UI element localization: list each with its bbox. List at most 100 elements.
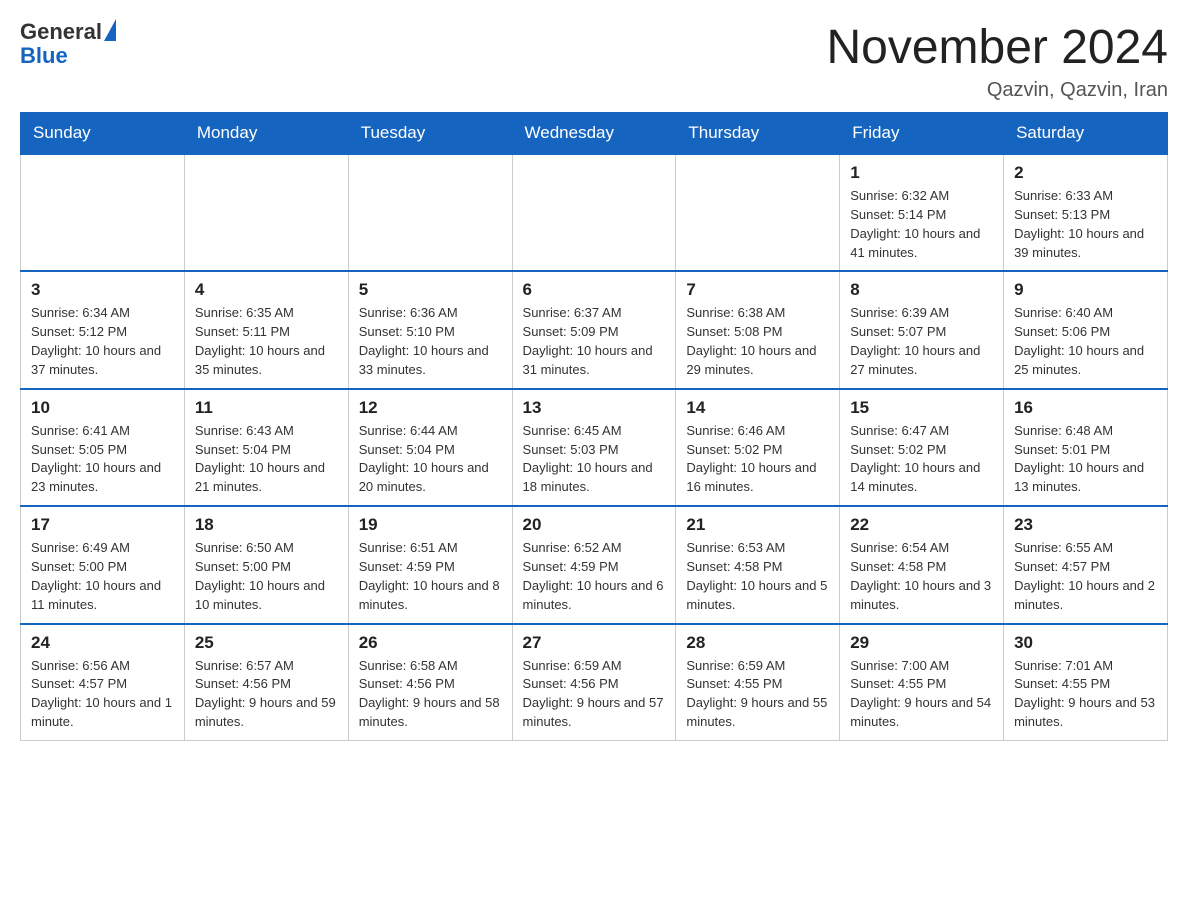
day-header-saturday: Saturday bbox=[1004, 113, 1168, 155]
day-info: Sunrise: 6:32 AMSunset: 5:14 PMDaylight:… bbox=[850, 187, 993, 262]
calendar-cell bbox=[21, 154, 185, 271]
day-info: Sunrise: 6:57 AMSunset: 4:56 PMDaylight:… bbox=[195, 657, 338, 732]
calendar-cell: 6Sunrise: 6:37 AMSunset: 5:09 PMDaylight… bbox=[512, 271, 676, 388]
calendar-cell bbox=[348, 154, 512, 271]
day-info: Sunrise: 6:52 AMSunset: 4:59 PMDaylight:… bbox=[523, 539, 666, 614]
day-number: 30 bbox=[1014, 633, 1157, 653]
day-number: 6 bbox=[523, 280, 666, 300]
day-info: Sunrise: 6:59 AMSunset: 4:55 PMDaylight:… bbox=[686, 657, 829, 732]
calendar-cell: 13Sunrise: 6:45 AMSunset: 5:03 PMDayligh… bbox=[512, 389, 676, 506]
day-number: 9 bbox=[1014, 280, 1157, 300]
day-info: Sunrise: 6:43 AMSunset: 5:04 PMDaylight:… bbox=[195, 422, 338, 497]
calendar-cell: 21 Sunrise: 6:53 AMSunset: 4:58 PMDayligh… bbox=[676, 506, 840, 623]
day-info: Sunrise: 6:54 AMSunset: 4:58 PMDaylight:… bbox=[850, 539, 993, 614]
day-info: Sunrise: 6:38 AMSunset: 5:08 PMDaylight:… bbox=[686, 304, 829, 379]
calendar-cell: 24Sunrise: 6:56 AMSunset: 4:57 PMDayligh… bbox=[21, 624, 185, 741]
day-number: 5 bbox=[359, 280, 502, 300]
day-info: Sunrise: 6:48 AMSunset: 5:01 PMDaylight:… bbox=[1014, 422, 1157, 497]
day-number: 22 bbox=[850, 515, 993, 535]
day-number: 15 bbox=[850, 398, 993, 418]
day-info: Sunrise: 6:51 AMSunset: 4:59 PMDaylight:… bbox=[359, 539, 502, 614]
day-info: Sunrise: 6:53 AMSunset: 4:58 PMDaylight:… bbox=[686, 539, 829, 614]
day-number: 17 bbox=[31, 515, 174, 535]
day-number: 10 bbox=[31, 398, 174, 418]
day-header-friday: Friday bbox=[840, 113, 1004, 155]
day-number: 3 bbox=[31, 280, 174, 300]
day-number: 11 bbox=[195, 398, 338, 418]
day-info: Sunrise: 6:34 AMSunset: 5:12 PMDaylight:… bbox=[31, 304, 174, 379]
calendar-cell: 29 Sunrise: 7:00 AMSunset: 4:55 PMDayligh… bbox=[840, 624, 1004, 741]
calendar-cell bbox=[184, 154, 348, 271]
logo-triangle-icon bbox=[104, 19, 116, 41]
calendar-cell: 4 Sunrise: 6:35 AMSunset: 5:11 PMDaylight… bbox=[184, 271, 348, 388]
week-row-3: 10 Sunrise: 6:41 AMSunset: 5:05 PMDayligh… bbox=[21, 389, 1168, 506]
day-info: Sunrise: 6:59 AMSunset: 4:56 PMDaylight:… bbox=[523, 657, 666, 732]
day-number: 8 bbox=[850, 280, 993, 300]
day-number: 16 bbox=[1014, 398, 1157, 418]
day-info: Sunrise: 6:56 AMSunset: 4:57 PMDaylight:… bbox=[31, 657, 174, 732]
logo: General Blue bbox=[20, 20, 116, 68]
day-number: 14 bbox=[686, 398, 829, 418]
logo-text: General Blue bbox=[20, 20, 116, 68]
calendar-cell: 22 Sunrise: 6:54 AMSunset: 4:58 PMDayligh… bbox=[840, 506, 1004, 623]
day-info: Sunrise: 6:36 AMSunset: 5:10 PMDaylight:… bbox=[359, 304, 502, 379]
day-number: 26 bbox=[359, 633, 502, 653]
day-info: Sunrise: 7:00 AMSunset: 4:55 PMDaylight:… bbox=[850, 657, 993, 732]
day-info: Sunrise: 6:49 AMSunset: 5:00 PMDaylight:… bbox=[31, 539, 174, 614]
calendar-cell: 20 Sunrise: 6:52 AMSunset: 4:59 PMDayligh… bbox=[512, 506, 676, 623]
calendar-cell: 5 Sunrise: 6:36 AMSunset: 5:10 PMDaylight… bbox=[348, 271, 512, 388]
day-number: 4 bbox=[195, 280, 338, 300]
day-number: 27 bbox=[523, 633, 666, 653]
calendar-cell: 16 Sunrise: 6:48 AMSunset: 5:01 PMDayligh… bbox=[1004, 389, 1168, 506]
day-info: Sunrise: 6:35 AMSunset: 5:11 PMDaylight:… bbox=[195, 304, 338, 379]
day-number: 21 bbox=[686, 515, 829, 535]
day-number: 2 bbox=[1014, 163, 1157, 183]
calendar-cell: 23Sunrise: 6:55 AMSunset: 4:57 PMDayligh… bbox=[1004, 506, 1168, 623]
calendar-cell: 15Sunrise: 6:47 AMSunset: 5:02 PMDayligh… bbox=[840, 389, 1004, 506]
day-number: 28 bbox=[686, 633, 829, 653]
calendar-cell: 28 Sunrise: 6:59 AMSunset: 4:55 PMDayligh… bbox=[676, 624, 840, 741]
calendar-cell: 19Sunrise: 6:51 AMSunset: 4:59 PMDayligh… bbox=[348, 506, 512, 623]
day-number: 23 bbox=[1014, 515, 1157, 535]
logo-blue-text: Blue bbox=[20, 44, 116, 68]
calendar-cell: 8 Sunrise: 6:39 AMSunset: 5:07 PMDaylight… bbox=[840, 271, 1004, 388]
title-block: November 2024 Qazvin, Qazvin, Iran bbox=[826, 20, 1168, 102]
day-info: Sunrise: 6:44 AMSunset: 5:04 PMDaylight:… bbox=[359, 422, 502, 497]
week-row-1: 1 Sunrise: 6:32 AMSunset: 5:14 PMDaylight… bbox=[21, 154, 1168, 271]
calendar-cell: 7Sunrise: 6:38 AMSunset: 5:08 PMDaylight… bbox=[676, 271, 840, 388]
day-header-tuesday: Tuesday bbox=[348, 113, 512, 155]
day-number: 20 bbox=[523, 515, 666, 535]
calendar-cell: 10 Sunrise: 6:41 AMSunset: 5:05 PMDayligh… bbox=[21, 389, 185, 506]
week-row-4: 17 Sunrise: 6:49 AMSunset: 5:00 PMDayligh… bbox=[21, 506, 1168, 623]
day-number: 1 bbox=[850, 163, 993, 183]
day-info: Sunrise: 6:50 AMSunset: 5:00 PMDaylight:… bbox=[195, 539, 338, 614]
calendar-header-row: SundayMondayTuesdayWednesdayThursdayFrid… bbox=[21, 113, 1168, 155]
location: Qazvin, Qazvin, Iran bbox=[826, 79, 1168, 102]
day-info: Sunrise: 6:39 AMSunset: 5:07 PMDaylight:… bbox=[850, 304, 993, 379]
day-info: Sunrise: 6:45 AMSunset: 5:03 PMDaylight:… bbox=[523, 422, 666, 497]
calendar-cell: 1 Sunrise: 6:32 AMSunset: 5:14 PMDaylight… bbox=[840, 154, 1004, 271]
day-info: Sunrise: 6:46 AMSunset: 5:02 PMDaylight:… bbox=[686, 422, 829, 497]
day-number: 25 bbox=[195, 633, 338, 653]
calendar-cell bbox=[512, 154, 676, 271]
calendar-cell: 14 Sunrise: 6:46 AMSunset: 5:02 PMDayligh… bbox=[676, 389, 840, 506]
calendar-cell: 27 Sunrise: 6:59 AMSunset: 4:56 PMDayligh… bbox=[512, 624, 676, 741]
calendar-cell: 30Sunrise: 7:01 AMSunset: 4:55 PMDayligh… bbox=[1004, 624, 1168, 741]
calendar-cell: 9 Sunrise: 6:40 AMSunset: 5:06 PMDaylight… bbox=[1004, 271, 1168, 388]
day-info: Sunrise: 6:33 AMSunset: 5:13 PMDaylight:… bbox=[1014, 187, 1157, 262]
day-header-monday: Monday bbox=[184, 113, 348, 155]
day-info: Sunrise: 6:40 AMSunset: 5:06 PMDaylight:… bbox=[1014, 304, 1157, 379]
day-number: 18 bbox=[195, 515, 338, 535]
day-info: Sunrise: 6:41 AMSunset: 5:05 PMDaylight:… bbox=[31, 422, 174, 497]
day-number: 29 bbox=[850, 633, 993, 653]
week-row-2: 3 Sunrise: 6:34 AMSunset: 5:12 PMDaylight… bbox=[21, 271, 1168, 388]
calendar-cell: 3 Sunrise: 6:34 AMSunset: 5:12 PMDaylight… bbox=[21, 271, 185, 388]
day-header-sunday: Sunday bbox=[21, 113, 185, 155]
calendar-cell: 18 Sunrise: 6:50 AMSunset: 5:00 PMDayligh… bbox=[184, 506, 348, 623]
calendar-cell: 12Sunrise: 6:44 AMSunset: 5:04 PMDayligh… bbox=[348, 389, 512, 506]
logo-general-text: General bbox=[20, 20, 102, 44]
day-info: Sunrise: 6:58 AMSunset: 4:56 PMDaylight:… bbox=[359, 657, 502, 732]
page-header: General Blue November 2024 Qazvin, Qazvi… bbox=[20, 20, 1168, 102]
day-header-wednesday: Wednesday bbox=[512, 113, 676, 155]
calendar-cell: 25 Sunrise: 6:57 AMSunset: 4:56 PMDayligh… bbox=[184, 624, 348, 741]
